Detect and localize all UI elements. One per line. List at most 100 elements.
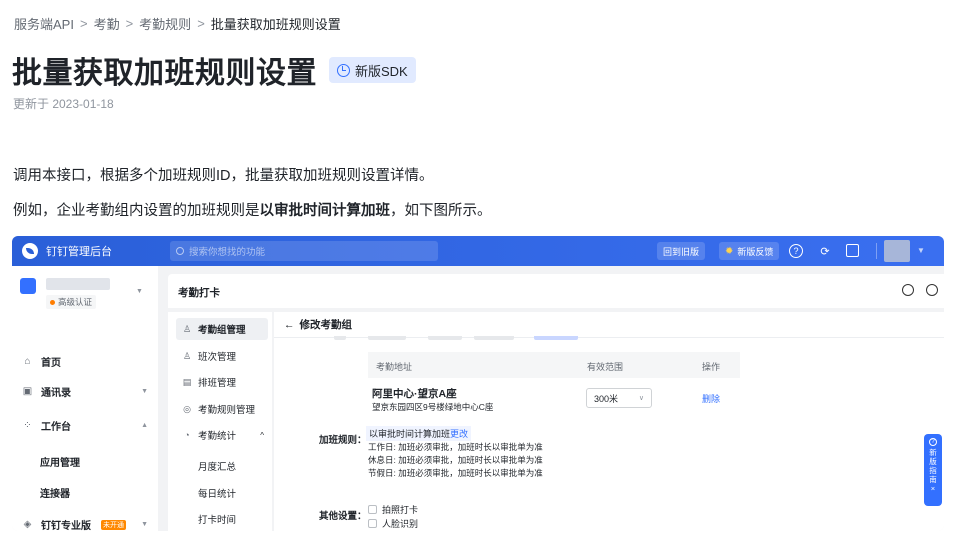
chevron-down-icon[interactable]: ▼ (917, 246, 925, 255)
guide-char: 新 (929, 448, 937, 457)
sidebar-item-contacts[interactable]: ▣ 通讯录 ▼ (22, 384, 148, 399)
grid-icon: ⁘ (23, 420, 32, 431)
contacts-icon: ▣ (22, 386, 33, 397)
org-icon (20, 278, 36, 294)
breadcrumb-item-api[interactable]: 服务端API (14, 14, 74, 33)
page-title: 批量获取加班规则设置 (12, 57, 317, 90)
content-title: 考勤打卡 (178, 287, 220, 299)
sidebar-item-workbench[interactable]: ⁘ 工作台 ▲ (22, 418, 148, 433)
example-prefix: 例如，企业考勤组内设置的加班规则是 (13, 203, 260, 219)
search-input[interactable]: 搜索你想找的功能 (170, 241, 438, 261)
subnav-item-label: 班次管理 (198, 352, 237, 363)
chevron-down-icon: ▼ (141, 388, 148, 395)
admin-topbar: 钉钉管理后台 搜索你想找的功能 回到旧版 ✹ 新版反馈 ? ⟳ ▼ (12, 236, 944, 266)
user-icon: ♙ (182, 350, 192, 361)
feedback-label: 新版反馈 (737, 246, 774, 257)
arrow-left-icon: ← (284, 318, 295, 331)
cert-label: 高级认证 (58, 297, 93, 307)
overtime-rule-label: 加班规则： (319, 435, 367, 446)
guide-char: 指 (929, 466, 937, 475)
location-address: 望京东园四区9号楼绿地中心C座 (372, 402, 494, 412)
example-suffix: ，如下图所示。 (390, 203, 492, 219)
settings-icon[interactable] (926, 284, 938, 296)
checkbox-label: 人脸识别 (382, 519, 419, 529)
target-icon: ◎ (183, 403, 191, 414)
chevron-up-icon: ^ (260, 430, 264, 440)
status-badge: 未开通 (101, 519, 126, 530)
content-header: 考勤打卡 (168, 274, 944, 308)
sidebar-item-home[interactable]: ⌂ 首页 (22, 354, 148, 369)
sidebar-item-app-management[interactable]: 应用管理 (40, 454, 80, 469)
subnav-item-label: 考勤规则管理 (198, 405, 256, 416)
location-table-header: 考勤地址 有效范围 操作 (368, 352, 740, 378)
help-icon[interactable]: ? (789, 244, 803, 258)
subnav-item-schedule[interactable]: ▤ 排班管理 (176, 371, 268, 393)
subnav-item-group[interactable]: ♙ 考勤组管理 (176, 318, 268, 340)
updated-date: 更新于 2023-01-18 (13, 97, 114, 111)
subnav-item-monthly[interactable]: 月度汇总 (198, 459, 236, 473)
sidebar-item-label: 钉钉专业版 (41, 521, 91, 531)
checkbox-icon (368, 519, 377, 528)
close-icon[interactable]: × (931, 484, 935, 493)
back-button[interactable]: ← 修改考勤组 (284, 317, 352, 332)
other-settings-label: 其他设置： (319, 511, 367, 522)
sdk-badge-label: 新版SDK (355, 63, 408, 79)
change-rule-link[interactable]: 更改 (450, 429, 468, 439)
refresh-icon[interactable]: ⟳ (818, 244, 832, 258)
chevron-up-icon: ▲ (141, 422, 148, 429)
face-recognition-checkbox[interactable]: 人脸识别 (368, 517, 418, 530)
diamond-icon: ◈ (23, 519, 32, 530)
delete-link[interactable]: 删除 (702, 392, 720, 405)
sidebar-item-label: 工作台 (41, 422, 71, 433)
user-icon: ♙ (182, 323, 192, 334)
old-version-button[interactable]: 回到旧版 (657, 242, 706, 260)
subnav-item-daily[interactable]: 每日统计 (198, 486, 236, 500)
pie-chart-icon: ◔ (184, 430, 190, 440)
location-icon[interactable] (902, 284, 914, 296)
guide-char: 南 (929, 475, 937, 484)
title-row: 批量获取加班规则设置 新版SDK (12, 48, 416, 92)
guide-char: 版 (929, 457, 937, 466)
cert-badge: 高级认证 (46, 295, 97, 309)
star-icon: ✹ (725, 245, 734, 257)
window-icon[interactable] (846, 244, 859, 257)
chevron-down-icon[interactable]: ▼ (136, 288, 143, 295)
overtime-rule-name: 以审批时间计算加班 (369, 429, 451, 439)
breadcrumb-item-attendance[interactable]: 考勤 (94, 14, 120, 33)
chevron-right-icon: > (197, 16, 205, 31)
photo-checkin-checkbox[interactable]: 拍照打卡 (368, 503, 418, 516)
sdk-badge[interactable]: 新版SDK (329, 57, 416, 83)
new-guide-button[interactable]: ? 新 版 指 南 × (924, 434, 942, 506)
avatar[interactable] (884, 240, 910, 262)
chevron-right-icon: > (125, 16, 134, 31)
home-icon: ⌂ (24, 356, 31, 367)
search-placeholder: 搜索你想找的功能 (189, 247, 266, 258)
subnav-item-clock-time[interactable]: 打卡时间 (198, 512, 236, 526)
panel-title: 修改考勤组 (299, 319, 353, 331)
rule-line-holiday: 节假日: 加班必须审批，加班时长以审批单为准 (368, 468, 543, 478)
admin-sidebar: 高级认证 ▼ ⌂ 首页 ▣ 通讯录 ▼ ⁘ 工作台 ▲ 应用管理 连接器 ◈ 钉… (12, 266, 158, 531)
subnav-item-label: 考勤组管理 (198, 325, 246, 336)
clipped-row (334, 336, 594, 342)
admin-app-name: 钉钉管理后台 (46, 246, 112, 258)
subnav-item-shift[interactable]: ♙ 班次管理 (176, 345, 268, 367)
subnav-item-label: 排班管理 (198, 378, 237, 389)
chevron-down-icon: ∨ (638, 395, 644, 402)
example-screenshot: 钉钉管理后台 搜索你想找的功能 回到旧版 ✹ 新版反馈 ? ⟳ ▼ 高级认证 ▼… (12, 236, 944, 531)
sidebar-item-connector[interactable]: 连接器 (40, 485, 70, 500)
breadcrumb-current: 批量获取加班规则设置 (210, 17, 341, 32)
subnav-item-stats[interactable]: ◔ 考勤统计 ^ (176, 424, 268, 446)
feedback-button[interactable]: ✹ 新版反馈 (719, 242, 780, 260)
sidebar-item-pro[interactable]: ◈ 钉钉专业版 未开通 ▼ (22, 517, 148, 531)
search-icon (176, 247, 184, 255)
location-name: 阿里中心·望京A座 (372, 388, 457, 400)
checkbox-icon (368, 505, 377, 514)
subnav-item-rules[interactable]: ◎ 考勤规则管理 (176, 398, 268, 420)
breadcrumb-item-rules[interactable]: 考勤规则 (139, 14, 191, 33)
range-select[interactable]: 300米 ∨ (586, 388, 652, 408)
topbar-divider (876, 243, 877, 259)
example-paragraph: 例如，企业考勤组内设置的加班规则是以审批时间计算加班，如下图所示。 (13, 199, 492, 220)
column-header-range: 有效范围 (587, 362, 624, 372)
breadcrumb: 服务端API > 考勤 > 考勤规则 > 批量获取加班规则设置 (14, 14, 341, 33)
rule-line-workday: 工作日: 加班必须审批，加班时长以审批单为准 (368, 442, 543, 452)
